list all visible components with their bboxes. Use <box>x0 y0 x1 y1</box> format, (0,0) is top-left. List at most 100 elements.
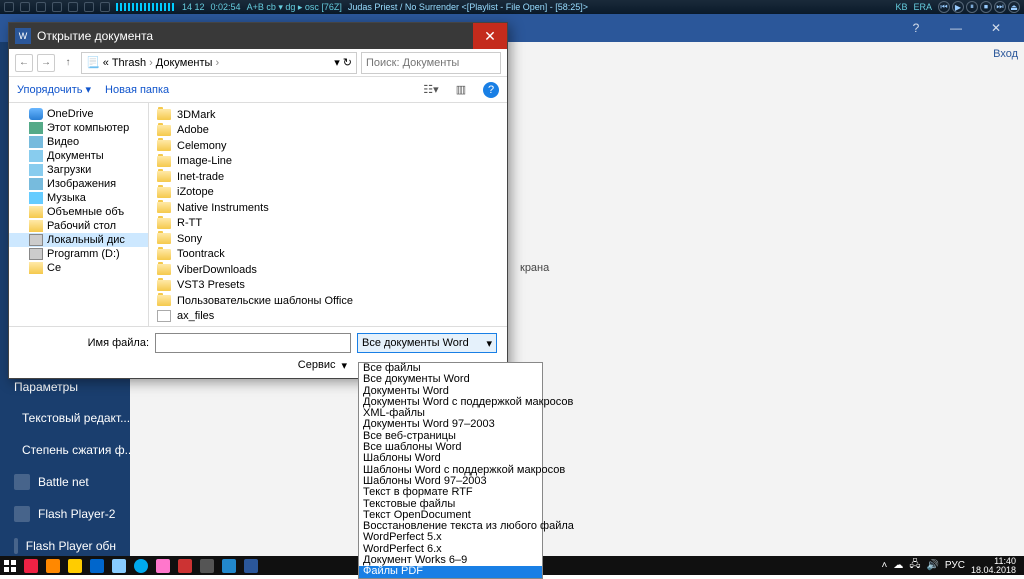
view-mode-button[interactable]: ☷▾ <box>423 82 439 98</box>
filename-input[interactable] <box>155 333 351 353</box>
dialog-nav-tree[interactable]: OneDriveЭтот компьютерВидеоДокументыЗагр… <box>9 103 149 326</box>
file-list-item[interactable]: ViberDownloads <box>149 262 507 278</box>
taskbar-app[interactable] <box>86 556 108 575</box>
taskbar-app[interactable] <box>174 556 196 575</box>
filetype-dropdown[interactable]: Все документы Word ▾ <box>357 333 497 353</box>
file-list-item[interactable]: Toontrack <box>149 247 507 263</box>
tree-item[interactable]: Се <box>9 261 148 275</box>
file-list-item[interactable]: ax_files <box>149 309 507 325</box>
taskbar-app[interactable] <box>130 556 152 575</box>
file-list-item[interactable]: iZotope <box>149 185 507 201</box>
tray-network-icon[interactable]: 🖧 <box>909 557 920 574</box>
word-login-link[interactable]: Вход <box>993 48 1018 60</box>
taskbar-app[interactable] <box>108 556 130 575</box>
nav-back-button[interactable]: ← <box>15 54 33 72</box>
word-min-button[interactable]: — <box>936 21 976 35</box>
file-list-item[interactable]: VST3 Presets <box>149 278 507 294</box>
filetype-dropdown-list[interactable]: Все файлыВсе документы WordДокументы Wor… <box>358 362 543 579</box>
taskbar-app[interactable] <box>64 556 86 575</box>
breadcrumb-seg[interactable]: Thrash <box>112 57 146 69</box>
file-list-item[interactable]: Sony <box>149 231 507 247</box>
breadcrumb[interactable]: 📃 « Thrash › Документы › ▾ ↻ <box>81 52 357 74</box>
search-input[interactable] <box>361 52 501 74</box>
taskbar-clock[interactable]: 11:40 18.04.2018 <box>971 557 1020 575</box>
taskbar-app[interactable] <box>218 556 240 575</box>
tree-item[interactable]: Загрузки <box>9 163 148 177</box>
start-button[interactable] <box>0 556 20 575</box>
tree-item[interactable]: Музыка <box>9 191 148 205</box>
word-side-recent[interactable]: Текстовый редакт... <box>0 402 130 434</box>
taskbar-app[interactable] <box>196 556 218 575</box>
tree-item[interactable]: Изображения <box>9 177 148 191</box>
tray-lang[interactable]: РУС <box>945 560 965 571</box>
tree-item[interactable]: Видео <box>9 135 148 149</box>
breadcrumb-dropdown-icon[interactable]: ▾ <box>334 56 340 69</box>
winamp-play-icon[interactable]: ▶ <box>952 1 964 13</box>
file-item-label: VST3 Presets <box>177 279 245 291</box>
winamp-btn[interactable] <box>36 2 46 12</box>
nav-up-button[interactable]: ↑ <box>59 54 77 72</box>
filetype-option[interactable]: Все документы Word <box>359 374 542 385</box>
tree-item[interactable]: Programm (D:) <box>9 247 148 261</box>
file-list-item[interactable]: R-TT <box>149 216 507 232</box>
breadcrumb-root-icon[interactable]: 📃 <box>86 56 100 69</box>
tree-item[interactable]: Объемные объ <box>9 205 148 219</box>
taskbar-app[interactable] <box>20 556 42 575</box>
taskbar-app[interactable] <box>42 556 64 575</box>
winamp-btn[interactable] <box>100 2 110 12</box>
dialog-file-list[interactable]: 3DMarkAdobeCelemonyImage-LineInet-tradei… <box>149 103 507 326</box>
tree-item[interactable]: OneDrive <box>9 107 148 121</box>
breadcrumb-root[interactable]: « <box>103 57 109 69</box>
tray-icon[interactable]: ☁ <box>893 560 903 571</box>
tree-item[interactable]: Локальный дис <box>9 233 148 247</box>
tree-item[interactable]: Этот компьютер <box>9 121 148 135</box>
winamp-open-icon[interactable]: ⏏ <box>1008 1 1020 13</box>
tree-item[interactable]: Рабочий стол <box>9 219 148 233</box>
help-button[interactable]: ? <box>483 82 499 98</box>
winamp-btn[interactable] <box>20 2 30 12</box>
dialog-titlebar[interactable]: W Открытие документа ✕ <box>9 23 507 49</box>
file-list-item[interactable]: Пользовательские шаблоны Office <box>149 293 507 309</box>
taskbar-app[interactable] <box>152 556 174 575</box>
tray-volume-icon[interactable]: 🔊 <box>926 560 938 571</box>
refresh-button[interactable]: ↻ <box>343 56 352 69</box>
winamp-next-icon[interactable]: ⏭ <box>994 1 1006 13</box>
winamp-visualizer <box>116 3 176 11</box>
winamp-pause-icon[interactable]: ⏸ <box>966 1 978 13</box>
winamp-btn[interactable] <box>52 2 62 12</box>
breadcrumb-seg[interactable]: Документы <box>156 57 213 69</box>
winamp-stop-icon[interactable]: ⏹ <box>980 1 992 13</box>
organize-button[interactable]: Упорядочить ▾ <box>17 83 91 96</box>
word-side-recent[interactable]: Flash Player-2 <box>0 498 130 530</box>
folder-icon <box>157 171 171 182</box>
word-help-button[interactable]: ? <box>896 21 936 35</box>
folder-icon <box>157 156 171 167</box>
file-list-item[interactable]: Adobe <box>149 123 507 139</box>
file-item-label: Native Instruments <box>177 202 269 214</box>
taskbar-app[interactable] <box>240 556 262 575</box>
filetype-option[interactable]: Файлы PDF <box>359 566 542 577</box>
word-close-button[interactable]: ✕ <box>976 21 1016 35</box>
system-tray[interactable]: ˄ ☁ 🖧 🔊 РУС 11:40 18.04.2018 <box>877 557 1024 575</box>
word-side-recent[interactable]: Степень сжатия ф... <box>0 434 130 466</box>
nav-forward-button[interactable]: → <box>37 54 55 72</box>
file-list-item[interactable]: Celemony <box>149 138 507 154</box>
word-side-recent[interactable]: Battle net <box>0 466 130 498</box>
file-list-item[interactable]: 3DMark <box>149 107 507 123</box>
service-button[interactable]: Сервис <box>298 359 336 372</box>
file-item-label: Sony <box>177 233 202 245</box>
winamp-btn[interactable] <box>84 2 94 12</box>
dialog-close-button[interactable]: ✕ <box>473 23 507 49</box>
filetype-option[interactable]: Текст в формате RTF <box>359 487 542 498</box>
winamp-btn[interactable] <box>68 2 78 12</box>
winamp-menu-icon[interactable] <box>4 2 14 12</box>
tree-item[interactable]: Документы <box>9 149 148 163</box>
preview-pane-button[interactable]: ▥ <box>453 82 469 98</box>
winamp-prev-icon[interactable]: ⏮ <box>938 1 950 13</box>
new-folder-button[interactable]: Новая папка <box>105 84 169 96</box>
file-list-item[interactable]: Native Instruments <box>149 200 507 216</box>
file-list-item[interactable]: Image-Line <box>149 154 507 170</box>
tray-chevron-icon[interactable]: ˄ <box>881 560 887 571</box>
file-list-item[interactable]: Inet-trade <box>149 169 507 185</box>
filetype-option[interactable]: Шаблоны Word <box>359 453 542 464</box>
